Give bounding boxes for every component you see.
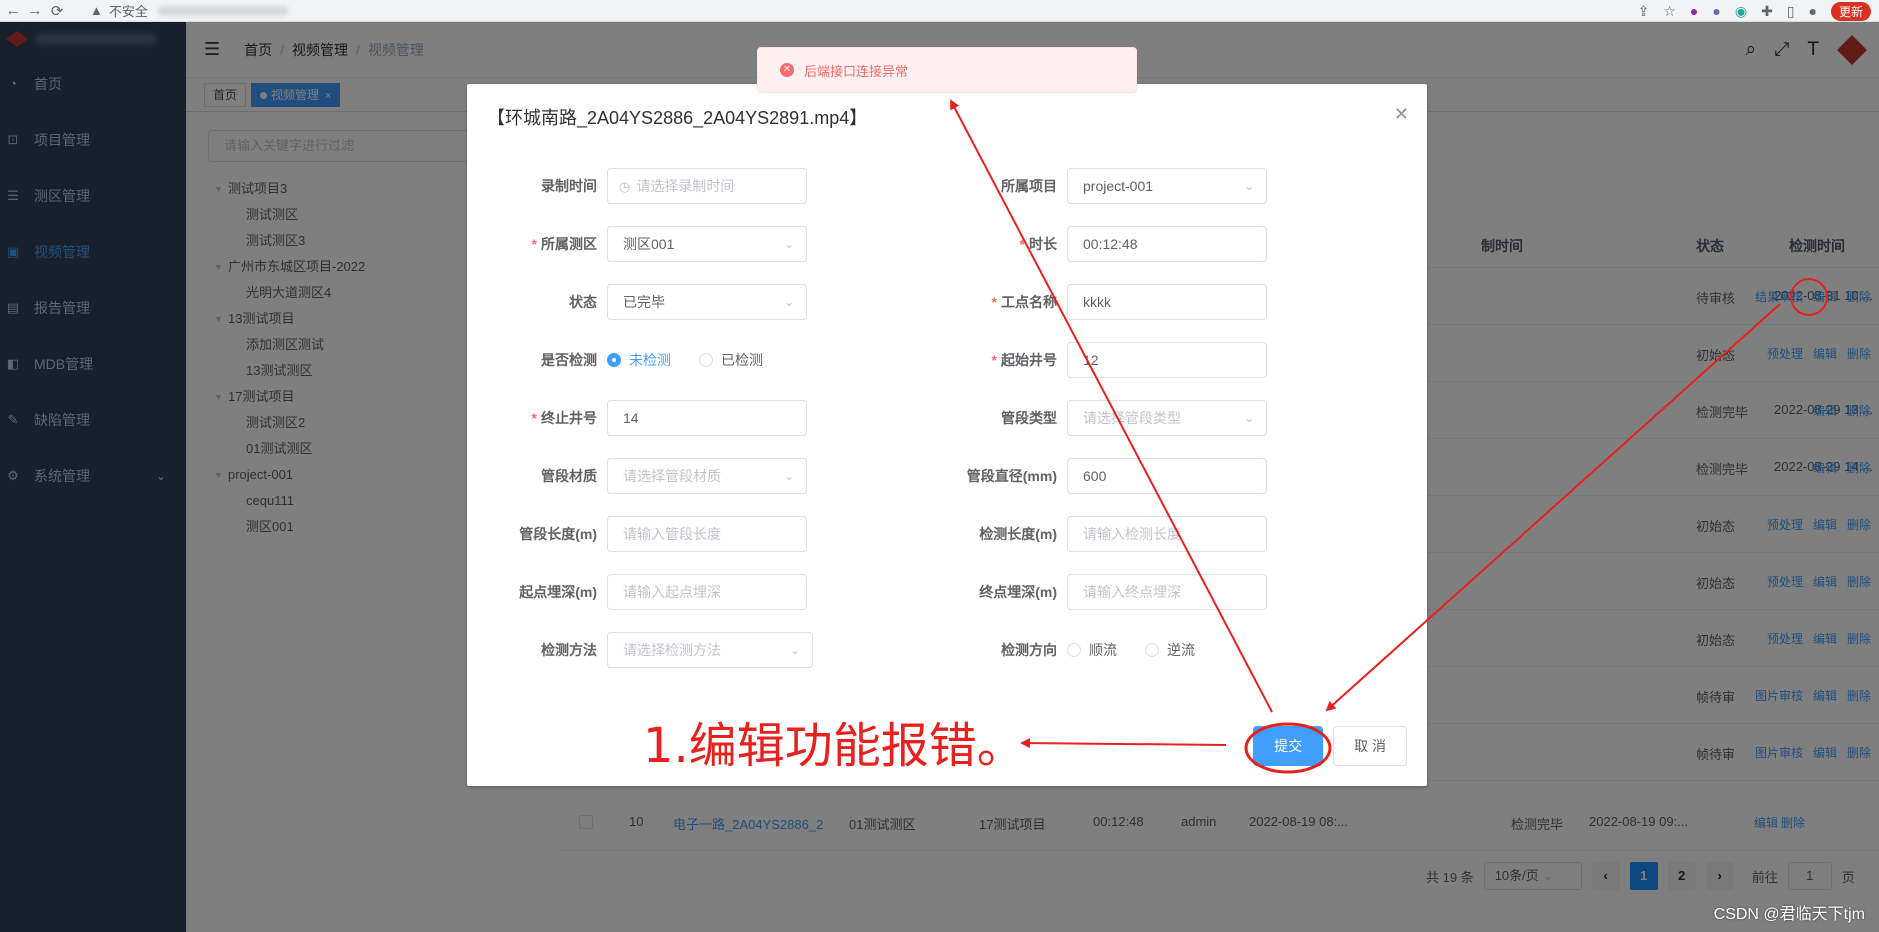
field-label: * 终止井号 — [531, 410, 597, 426]
star-icon[interactable]: ☆ — [1663, 3, 1676, 20]
extension-icon[interactable]: ● — [1712, 3, 1720, 19]
field-label: 管段直径(mm) — [966, 468, 1057, 484]
field-label: 检测方法 — [541, 642, 597, 658]
toast-message: 后端接口连接异常 — [804, 63, 909, 79]
pipe-diameter-input[interactable]: 600 — [1067, 458, 1267, 494]
field-label: * 时长 — [1019, 236, 1057, 252]
address-bar[interactable] — [157, 5, 288, 16]
dialog-footer: 提交 取 消 — [1253, 726, 1407, 766]
pipe-material-placeholder: 请选择管段材质 — [623, 468, 721, 484]
chevron-down-icon: ⌄ — [789, 643, 800, 657]
field-label: 管段长度(m) — [519, 526, 597, 542]
duration-input[interactable]: 00:12:48 — [1067, 226, 1267, 262]
update-button[interactable]: 更新 — [1830, 1, 1871, 21]
field-label: 是否检测 — [541, 352, 597, 368]
field-label: * 工点名称 — [991, 294, 1057, 310]
error-icon: ✕ — [780, 63, 794, 77]
puzzle-icon[interactable]: ✚ — [1761, 3, 1773, 20]
watermark: CSDN @君临天下tjm — [1713, 906, 1865, 923]
field-label: 起点埋深(m) — [519, 584, 597, 600]
profile-icon[interactable]: ● — [1809, 3, 1817, 19]
site-name-input[interactable]: kkkk — [1067, 284, 1267, 320]
chevron-down-icon: ⌄ — [783, 237, 794, 251]
end-depth-input[interactable]: 请输入终点埋深 — [1067, 574, 1267, 610]
edit-video-dialog: 【环城南路_2A04YS2886_2A04YS2891.mp4】 ✕ 录制时间 … — [467, 84, 1427, 786]
pipe-type-placeholder: 请选择管段类型 — [1083, 410, 1181, 426]
check-method-placeholder: 请选择检测方法 — [623, 642, 721, 658]
chevron-down-icon: ⌄ — [783, 469, 794, 483]
chevron-down-icon: ⌄ — [1243, 411, 1254, 425]
area-value: 测区001 — [623, 236, 675, 252]
cancel-button[interactable]: 取 消 — [1333, 726, 1407, 766]
field-label: 终点埋深(m) — [979, 584, 1057, 600]
detected-radio-group: 未检测 已检测 — [607, 342, 763, 378]
security-label: 不安全 — [108, 4, 148, 19]
radio-detected[interactable]: 已检测 — [699, 350, 763, 370]
close-icon[interactable]: ✕ — [1394, 104, 1409, 125]
record-time-placeholder: 请选择录制时间 — [636, 178, 735, 194]
field-label: 管段类型 — [1001, 410, 1057, 426]
project-value: project-001 — [1083, 178, 1154, 194]
chevron-down-icon: ⌄ — [783, 295, 794, 309]
status-select[interactable]: 已完毕 ⌄ — [607, 284, 807, 320]
pipe-length-input[interactable]: 请输入管段长度 — [607, 516, 807, 552]
forward-icon[interactable]: → — [26, 2, 44, 19]
extension-icon[interactable]: ● — [1690, 3, 1698, 19]
end-well-input[interactable]: 14 — [607, 400, 807, 436]
check-method-select[interactable]: 请选择检测方法 ⌄ — [607, 632, 813, 668]
direction-radio-group: 顺流 逆流 — [1067, 632, 1195, 668]
field-label: 所属项目 — [1001, 178, 1057, 194]
radio-downstream[interactable]: 顺流 — [1067, 640, 1117, 660]
radio-upstream[interactable]: 逆流 — [1145, 640, 1195, 660]
field-label: * 所属测区 — [531, 236, 597, 252]
clock-icon: ◷ — [619, 179, 631, 194]
start-depth-input[interactable]: 请输入起点埋深 — [607, 574, 807, 610]
field-label: * 起始井号 — [991, 352, 1057, 368]
sidepanel-icon[interactable]: ▯ — [1787, 3, 1795, 20]
field-label: 管段材质 — [541, 468, 597, 484]
annotation-text: 1.编辑功能报错。 — [643, 718, 1025, 774]
warning-icon: ▲ — [90, 3, 103, 18]
browser-toolbar: ← → ⟳ ▲ 不安全 ⇪ ☆ ● ● ◉ ✚ ▯ ● 更新 — [0, 0, 1879, 22]
record-time-picker[interactable]: ◷ 请选择录制时间 — [607, 168, 807, 204]
project-select[interactable]: project-001 ⌄ — [1067, 168, 1267, 204]
dialog-title: 【环城南路_2A04YS2886_2A04YS2891.mp4】 — [487, 108, 868, 128]
chevron-down-icon: ⌄ — [1243, 179, 1254, 193]
reload-icon[interactable]: ⟳ — [48, 2, 66, 20]
back-icon[interactable]: ← — [4, 2, 22, 19]
status-value: 已完毕 — [623, 294, 665, 310]
error-message-toast: ✕ 后端接口连接异常 — [757, 47, 1137, 93]
pipe-type-select[interactable]: 请选择管段类型 ⌄ — [1067, 400, 1267, 436]
field-label: 检测长度(m) — [979, 526, 1057, 542]
extension-icon[interactable]: ◉ — [1735, 3, 1747, 20]
area-select[interactable]: 测区001 ⌄ — [607, 226, 807, 262]
field-label: 状态 — [569, 294, 597, 310]
field-label: 录制时间 — [541, 178, 597, 194]
radio-not-detected[interactable]: 未检测 — [607, 350, 671, 370]
share-icon[interactable]: ⇪ — [1638, 3, 1650, 20]
pipe-material-select[interactable]: 请选择管段材质 ⌄ — [607, 458, 807, 494]
submit-button[interactable]: 提交 — [1253, 726, 1324, 766]
start-well-input[interactable]: 12 — [1067, 342, 1267, 378]
field-label: 检测方向 — [1001, 642, 1057, 658]
security-indicator[interactable]: ▲ 不安全 — [90, 1, 148, 20]
check-length-input[interactable]: 请输入检测长度 — [1067, 516, 1267, 552]
